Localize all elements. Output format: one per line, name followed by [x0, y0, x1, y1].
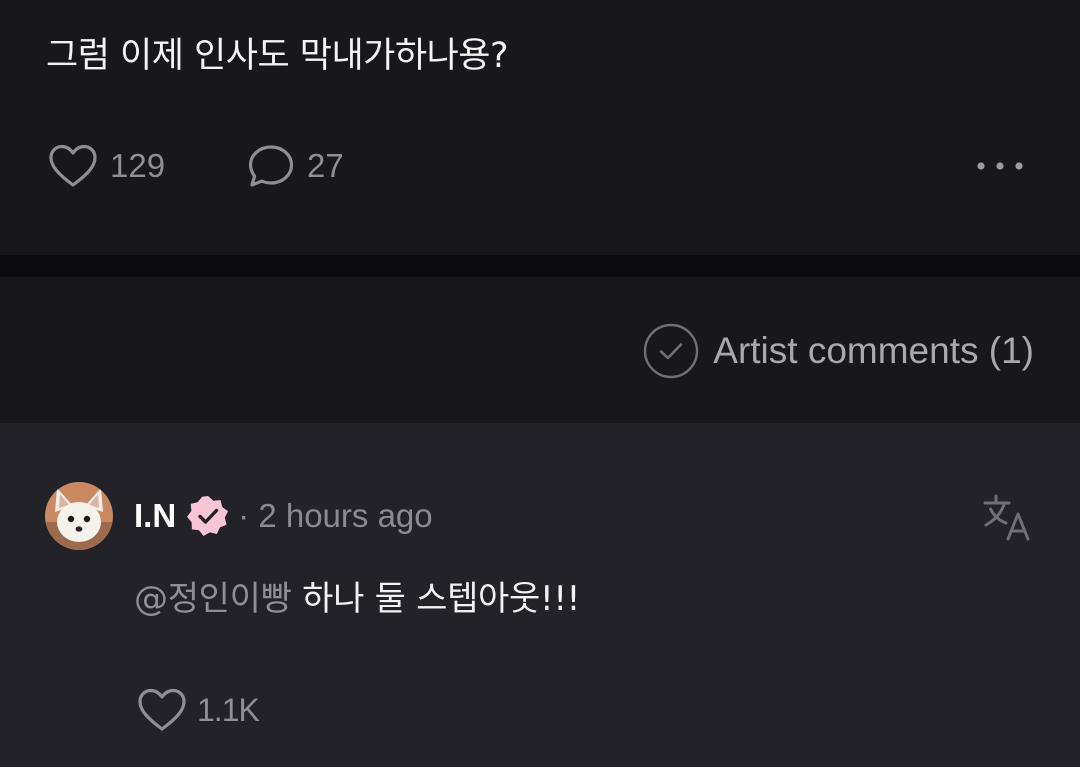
translate-icon [983, 494, 1030, 541]
comment-like-button[interactable]: 1.1K [137, 685, 260, 735]
heart-outline-icon [49, 144, 97, 187]
speech-bubble-icon [248, 145, 294, 187]
heart-outline-icon [138, 688, 186, 731]
section-divider [0, 255, 1080, 277]
more-options-button[interactable] [970, 146, 1030, 186]
post-comment-count: 27 [307, 147, 344, 184]
check-circle-icon [644, 323, 699, 379]
post-comment-button[interactable]: 27 [247, 140, 344, 192]
verified-badge-icon [187, 496, 229, 536]
mention-link[interactable]: @정인이빵 [134, 579, 292, 619]
comment-header: I.N · 2 hours ago [134, 493, 433, 539]
fox-avatar-image [45, 482, 113, 550]
avatar[interactable] [45, 482, 113, 550]
artist-comments-filter[interactable]: Artist comments (1) [643, 323, 1034, 379]
comment-body: @정인이빵 하나 둘 스텝아웃!!! [134, 573, 580, 625]
artist-comments-label: Artist comments (1) [713, 330, 1034, 371]
comment-filter-bar: Artist comments (1) [0, 277, 1080, 423]
comment-list: I.N · 2 hours ago @정인이빵 하나 둘 스텝아웃!!! 1.1… [0, 423, 1080, 767]
comment-like-count: 1.1K [197, 691, 260, 728]
post-text: 그럼 이제 인사도 막내가하나용? [46, 36, 509, 76]
translate-button[interactable] [980, 491, 1034, 545]
comment-timestamp: · 2 hours ago [238, 497, 433, 534]
author-name[interactable]: I.N [134, 497, 176, 535]
comment-text: 하나 둘 스텝아웃!!! [302, 579, 581, 619]
post: 그럼 이제 인사도 막내가하나용? 129 27 [0, 0, 1080, 255]
post-like-button[interactable]: 129 [48, 140, 165, 192]
more-horizontal-icon [977, 162, 1023, 170]
post-like-count: 129 [110, 147, 166, 184]
